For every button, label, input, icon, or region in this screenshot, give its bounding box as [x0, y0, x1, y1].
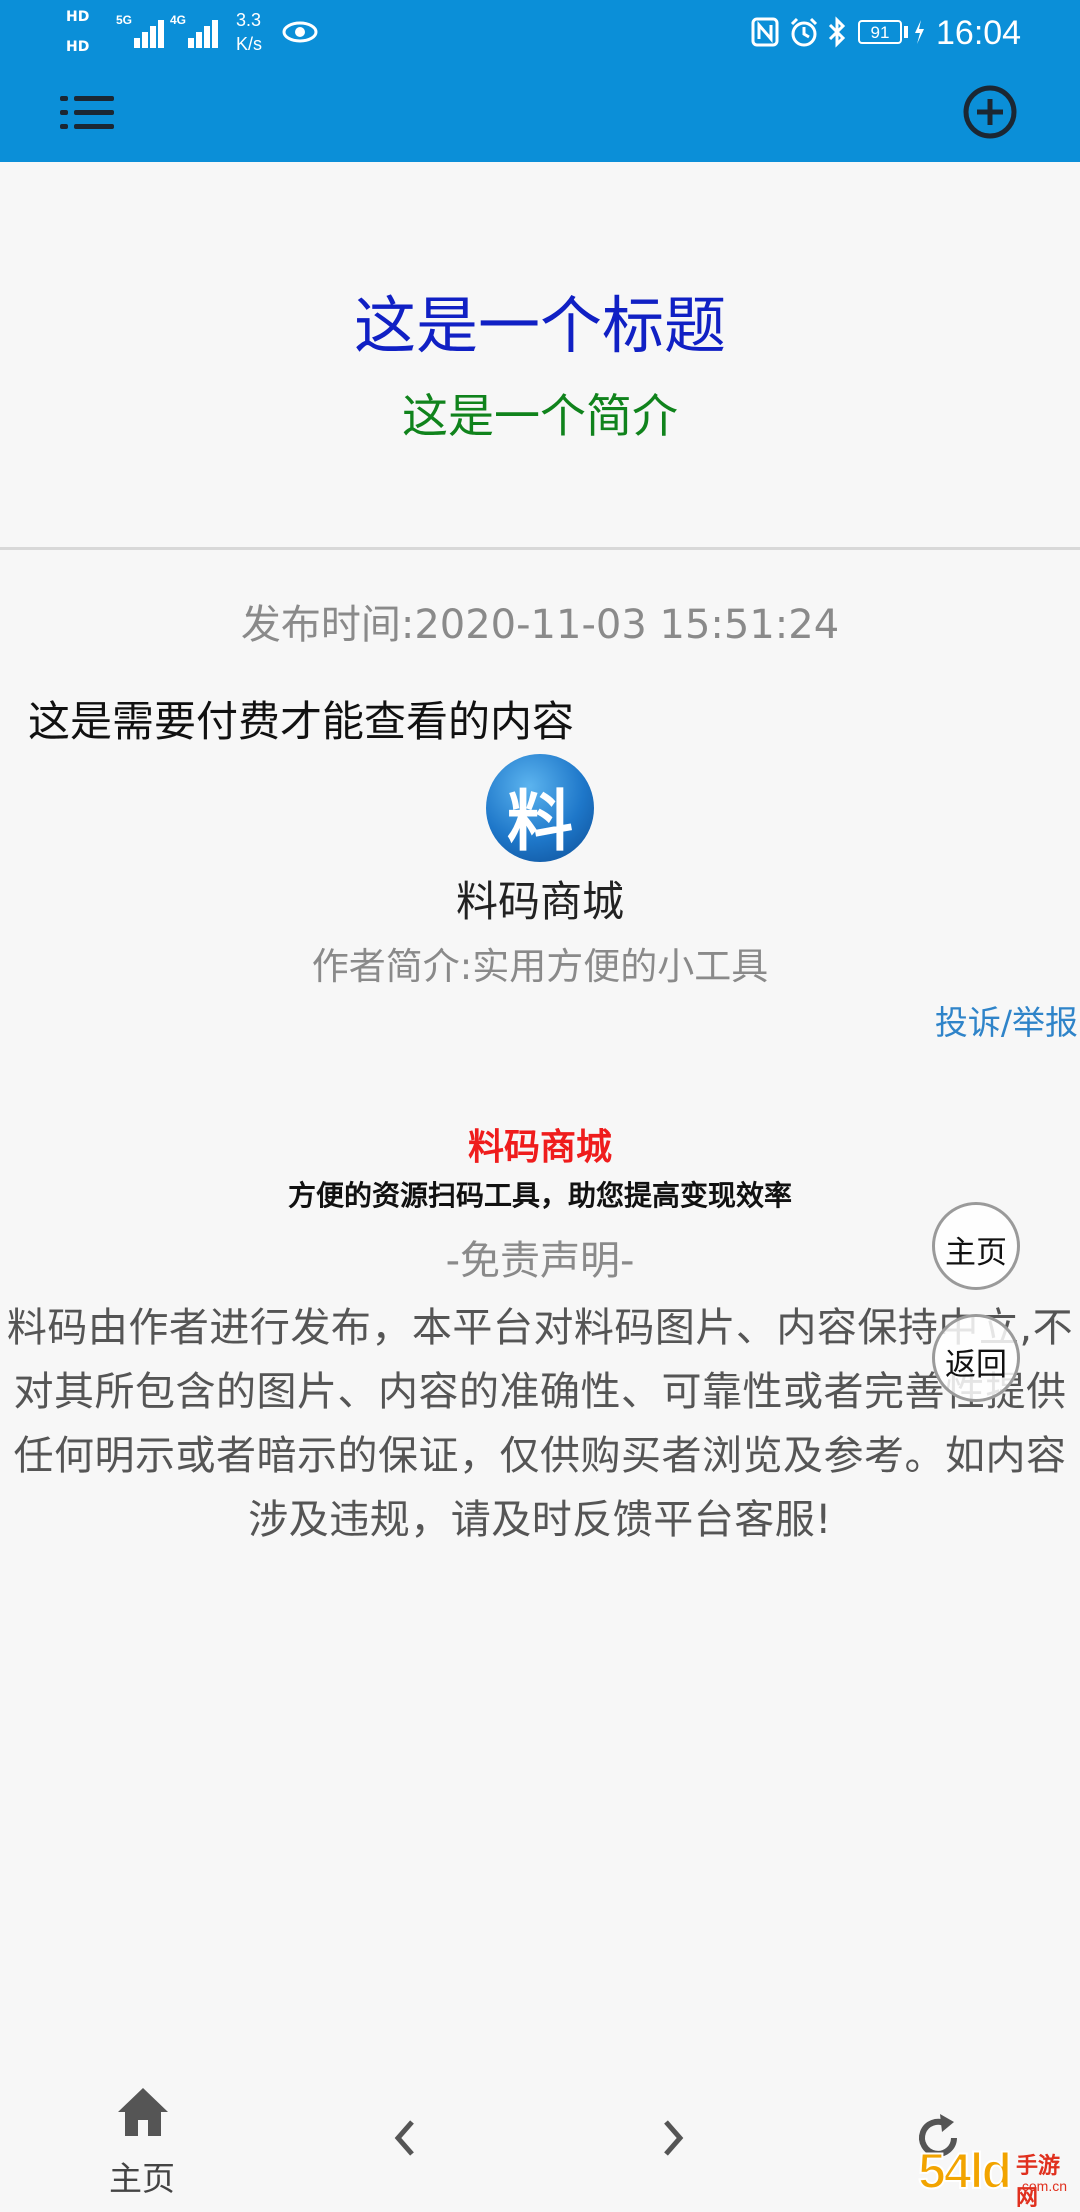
nav-home-label: 主页: [109, 2159, 175, 2198]
bluetooth-icon: [828, 16, 846, 48]
charging-icon: [915, 20, 924, 44]
paid-content-notice: 这是需要付费才能查看的内容: [28, 697, 575, 746]
chevron-left-icon[interactable]: [384, 2110, 424, 2166]
watermark-logo: 54ld 手游网 .com.cn: [917, 2142, 1068, 2211]
signal-icon-1: 5G: [116, 14, 164, 48]
floating-home-button[interactable]: 主页: [932, 1202, 1020, 1290]
divider: [0, 547, 1080, 550]
battery-tip: [904, 26, 908, 38]
report-link[interactable]: 投诉/举报: [935, 996, 1078, 1044]
add-circle-icon[interactable]: [962, 84, 1018, 140]
nfc-icon: [751, 17, 779, 47]
clock: 16:04: [936, 14, 1022, 52]
net-speed-value: 3.3: [236, 10, 262, 30]
home-icon: [118, 2088, 168, 2136]
author-bio: 作者简介:实用方便的小工具: [311, 945, 769, 988]
signal-icon-2: 4G: [170, 14, 218, 48]
eye-icon: [282, 21, 318, 43]
menu-icon[interactable]: [60, 96, 114, 130]
hd-badge-2: HD: [66, 39, 90, 55]
store-name: 料码商城: [455, 877, 624, 926]
alarm-icon: [790, 17, 818, 47]
top-app-bar: HD HD 5G 4G 3.3 K/s 91 16:04: [0, 0, 1080, 162]
battery-icon: 91: [858, 20, 902, 44]
chevron-right-icon[interactable]: [654, 2110, 694, 2166]
net-speed-unit: K/s: [236, 34, 263, 54]
page-subtitle: 这是一个简介: [402, 389, 678, 443]
publish-time: 发布时间:2020-11-03 15:51:24: [240, 602, 840, 648]
tagline: 方便的资源扫码工具，助您提高变现效率: [287, 1179, 792, 1212]
disclaimer-text: 料码由作者进行发布，本平台对料码图片、内容保持中立,不对其所包含的图片、内容的准…: [6, 1305, 1074, 1543]
status-bar: HD HD 5G 4G 3.3 K/s 91 16:04: [0, 0, 1080, 70]
floating-back-button[interactable]: 返回: [932, 1314, 1020, 1402]
disclaimer-title: -免责声明-: [445, 1238, 635, 1284]
nav-home[interactable]: 主页: [72, 2080, 212, 2200]
brand-name: 料码商城: [467, 1127, 612, 1168]
page-title: 这是一个标题: [353, 289, 726, 362]
hd-badge-1: HD: [66, 9, 90, 25]
store-logo: 料: [486, 754, 594, 862]
